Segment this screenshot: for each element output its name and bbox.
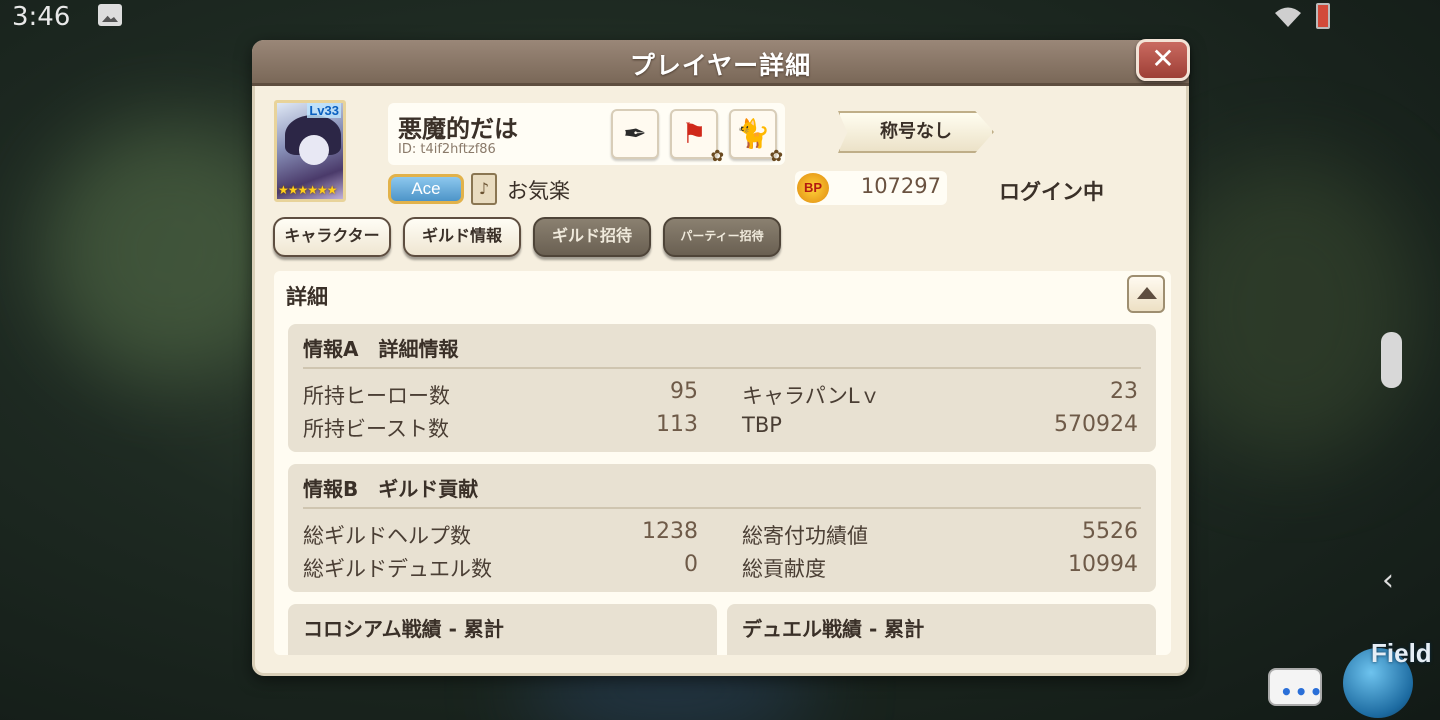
divider — [303, 367, 1141, 369]
tab-party-invite[interactable]: パーティー招待 — [663, 217, 781, 257]
quill-icon-button[interactable]: ✒ — [611, 109, 659, 159]
tab-character[interactable]: キャラクター — [273, 217, 391, 257]
status-icon: ♪ — [471, 173, 497, 205]
collapse-up-button[interactable] — [1127, 275, 1165, 313]
level-badge: Lv33 — [307, 103, 341, 118]
field-button[interactable]: Field — [1335, 630, 1440, 720]
bp-value: 107297 — [860, 174, 941, 198]
avatar-face — [299, 135, 329, 165]
stat-label: 所持ビースト数 — [303, 417, 449, 441]
rarity-stars: ★★★★★★ — [278, 183, 338, 197]
field-label: Field — [1371, 638, 1432, 668]
stat-label: 総寄付功績値 — [742, 524, 868, 548]
details-panel: 詳細 情報A 詳細情報 所持ヒーロー数 95 キャラパンLｖ 23 所持ビースト… — [274, 271, 1171, 655]
flag-icon-button[interactable]: ⚑ ✿ — [670, 109, 724, 165]
cat-icon-button[interactable]: 🐈 ✿ — [729, 109, 783, 165]
scroll-handle[interactable] — [1381, 332, 1402, 388]
stat-value: 0 — [684, 552, 698, 577]
tab-guild-info[interactable]: ギルド情報 — [403, 217, 521, 257]
stat-label: キャラパンLｖ — [742, 384, 881, 408]
cat-icon: 🐈 — [735, 117, 771, 150]
wifi-icon — [1275, 7, 1301, 27]
title-badge[interactable]: 称号なし — [838, 111, 994, 153]
background-blob — [1160, 160, 1420, 460]
player-name-box: 悪魔的だは ID: t4if2hftzf86 — [388, 103, 785, 165]
stat-label: 総ギルドヘルプ数 — [303, 524, 471, 548]
stat-label: 総貢献度 — [742, 557, 826, 581]
chat-button[interactable]: ••• — [1268, 668, 1322, 706]
image-notification-icon — [98, 4, 122, 26]
section-b-title: 情報B ギルド貢献 — [303, 477, 479, 501]
stat-value: 23 — [1110, 379, 1138, 404]
bp-icon: BP — [797, 173, 829, 203]
player-name: 悪魔的だは — [398, 115, 518, 143]
duel-title: デュエル戦績 - 累計 — [742, 617, 925, 641]
paw-icon: ✿ — [710, 146, 724, 165]
rank-badge: Ace — [388, 174, 464, 204]
status-time: 3:46 — [12, 2, 71, 32]
paw-icon: ✿ — [769, 146, 783, 165]
section-info-a: 情報A 詳細情報 所持ヒーロー数 95 キャラパンLｖ 23 所持ビースト数 1… — [288, 324, 1156, 452]
player-status: お気楽 — [507, 179, 570, 203]
player-avatar[interactable]: Lv33 ★★★★★★ — [274, 100, 346, 202]
player-detail-dialog: プレイヤー詳細 ✕ Lv33 ★★★★★★ 悪魔的だは ID: t4if2hft… — [252, 39, 1190, 676]
close-button[interactable]: ✕ — [1136, 39, 1190, 81]
chevron-left-icon[interactable]: ‹ — [1382, 563, 1394, 598]
tab-guild-invite[interactable]: ギルド招待 — [533, 217, 651, 257]
section-duel: デュエル戦績 - 累計 — [727, 604, 1156, 655]
flag-icon: ⚑ — [681, 117, 707, 150]
battery-icon — [1316, 3, 1330, 29]
stat-label: TBP — [742, 413, 782, 437]
dialog-title: プレイヤー詳細 — [629, 51, 812, 80]
divider — [303, 507, 1141, 509]
login-status: ログイン中 — [999, 180, 1104, 204]
stat-value: 95 — [670, 379, 698, 404]
details-title: 詳細 — [286, 285, 328, 309]
stat-value: 10994 — [1068, 552, 1138, 577]
dialog-header: プレイヤー詳細 ✕ — [252, 39, 1190, 86]
section-a-title: 情報A 詳細情報 — [303, 337, 459, 361]
bp-box: BP 107297 — [795, 171, 947, 205]
player-id: ID: t4if2hftzf86 — [398, 142, 496, 157]
stat-value: 1238 — [642, 519, 698, 544]
section-info-b: 情報B ギルド貢献 総ギルドヘルプ数 1238 総寄付功績値 5526 総ギルド… — [288, 464, 1156, 592]
stat-label: 総ギルドデュエル数 — [303, 557, 492, 581]
stat-value: 570924 — [1054, 412, 1138, 437]
colosseum-title: コロシアム戦績 - 累計 — [303, 617, 504, 641]
quill-icon: ✒ — [623, 117, 647, 150]
chat-icon: ••• — [1280, 680, 1325, 704]
stat-label: 所持ヒーロー数 — [303, 384, 450, 408]
stat-value: 113 — [656, 412, 698, 437]
stat-value: 5526 — [1082, 519, 1138, 544]
section-colosseum: コロシアム戦績 - 累計 — [288, 604, 717, 655]
